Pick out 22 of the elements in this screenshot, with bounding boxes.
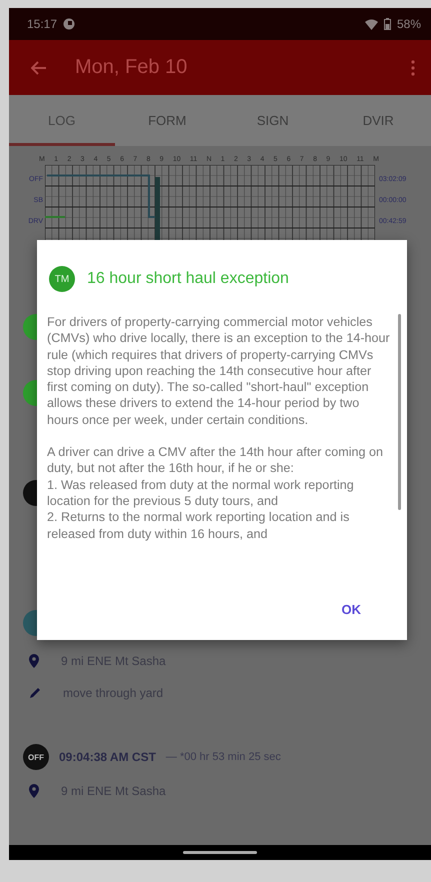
tab[interactable]: FORM	[114, 95, 220, 146]
wifi-icon	[364, 18, 378, 30]
duty-status-badge: OFF	[23, 744, 49, 770]
battery-percent: 58%	[396, 17, 421, 31]
avatar: TM	[49, 266, 75, 292]
location-pin-icon	[29, 654, 39, 668]
ok-button[interactable]: OK	[338, 596, 365, 623]
more-icon[interactable]	[411, 60, 415, 76]
back-icon[interactable]	[31, 60, 47, 74]
tab[interactable]: SIGN	[220, 95, 326, 146]
tab[interactable]: DVIR	[326, 95, 431, 146]
dialog-title: 16 hour short haul exception	[87, 270, 289, 288]
event-time: 09:04:38 AM CST	[59, 750, 156, 764]
pencil-icon	[29, 687, 41, 699]
battery-icon	[384, 18, 391, 30]
notification-icon	[63, 18, 76, 30]
location-pin-icon	[29, 784, 39, 798]
app-title: Mon, Feb 10	[75, 56, 188, 79]
dialog-paragraph: A driver can drive a CMV after the 14th hour after coming on duty, but not after the 16th hour, if he or she: 1. Was released from duty at the normal work reporting location for the previous 5 duty tours, and 2. Returns to the normal work reporting location and is released from duty within 16 hours, and	[47, 444, 384, 542]
dialog-paragraph: For drivers of property-carrying commercial motor vehicles (CMVs) who drive locally, there is an exception to the 14-hour rule (which requires that drivers of property-carrying CMVs stop driving upon reaching the 14th consecutive hour after first coming on duty). The so-called "short-haul" exception allows these drivers to extend the 14-hour period by two hours once per week, under certain conditions.	[47, 314, 391, 428]
home-handle[interactable]	[183, 851, 257, 854]
status-time: 15:17	[27, 17, 58, 31]
